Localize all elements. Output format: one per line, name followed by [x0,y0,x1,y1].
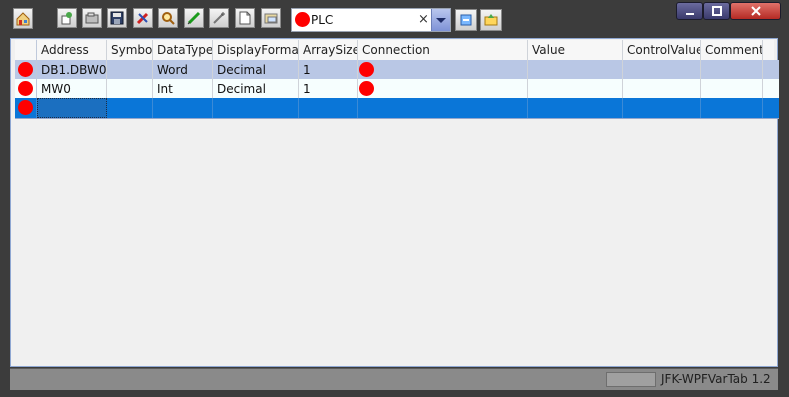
home-button[interactable] [13,8,33,29]
status-bar: JFK-WPFVarTab 1.2 [10,368,778,390]
home-icon [16,11,30,25]
wand-button[interactable] [209,8,229,28]
cell-arraysize[interactable] [299,98,358,118]
cell-controlvalue[interactable] [623,79,701,99]
cell-displayformat[interactable]: Decimal [213,79,299,99]
minimize-button[interactable] [676,2,703,20]
maximize-icon [711,6,722,16]
search-button[interactable] [158,8,178,28]
status-indicator [606,372,656,387]
open-folder-icon [85,12,99,24]
maximize-button[interactable] [703,2,730,20]
cell-connection[interactable] [358,79,528,99]
row-status-dot [18,100,33,115]
edit-pencil-icon [187,11,201,25]
cell-displayformat[interactable] [213,98,299,118]
cell-displayformat[interactable]: Decimal [213,60,299,80]
document-button[interactable] [235,8,255,28]
cell-symbol[interactable] [107,98,153,118]
cell-controlvalue[interactable] [623,98,701,118]
col-datatype-header[interactable]: DataType [153,40,213,60]
save-button[interactable] [107,8,127,28]
table-row[interactable]: MW0 Int Decimal 1 [15,79,779,100]
header-selector [15,40,37,60]
chevron-down-icon[interactable] [431,9,450,31]
row-selector[interactable] [15,98,37,118]
cell-address[interactable]: MW0 [37,79,107,99]
table-row[interactable]: DB1.DBW0 Word Decimal 1 [15,60,779,81]
col-value-header[interactable]: Value [528,40,623,60]
document-icon [239,11,251,25]
connection-status-icon [359,62,374,77]
cell-value[interactable] [528,98,623,118]
col-connection-header[interactable]: Connection [358,40,528,60]
cell-value[interactable] [528,79,623,99]
cell-address[interactable]: DB1.DBW0 [37,60,107,80]
cell-symbol[interactable] [107,79,153,99]
cell-datatype[interactable]: Int [153,79,213,99]
cell-arraysize[interactable]: 1 [299,79,358,99]
cell-comment[interactable] [701,79,763,99]
row-status-dot [18,81,33,96]
variable-table[interactable]: Address Symbol DataType DisplayFormat Ar… [10,38,779,367]
edit-button[interactable] [184,8,204,28]
tools-button[interactable] [133,8,153,28]
plc-status-dot [295,12,310,27]
plc-folder-icon [484,14,498,26]
add-row-button[interactable] [57,8,77,28]
row-status-dot [18,62,33,77]
minimize-icon [685,13,694,15]
cell-arraysize[interactable]: 1 [299,60,358,80]
col-controlvalue-header[interactable]: ControlValue [623,40,701,60]
new-row[interactable] [15,98,779,119]
col-address-header[interactable]: Address [37,40,107,60]
wand-icon [213,12,225,24]
cell-value[interactable] [528,60,623,80]
col-symbol-header[interactable]: Symbol [107,40,153,60]
cell-comment[interactable] [701,98,763,118]
cell-datatype[interactable] [153,98,213,118]
clear-icon[interactable]: × [418,12,429,27]
version-label: JFK-WPFVarTab 1.2 [661,372,771,386]
cell-controlvalue[interactable] [623,60,701,80]
plc-config-button[interactable] [455,9,477,31]
cell-connection[interactable] [358,60,528,80]
plc-selector-value: PLC [311,13,334,27]
row-selector[interactable] [15,60,37,80]
open-folder-button[interactable] [82,8,102,28]
col-displayformat-header[interactable]: DisplayFormat [213,40,299,60]
col-comment-header[interactable]: Comment [701,40,763,60]
settings-tools-icon [136,12,149,25]
col-arraysize-header[interactable]: ArraySize [299,40,358,60]
cell-connection[interactable] [358,98,528,118]
close-icon [750,6,761,16]
plc-folder-button[interactable] [480,9,502,31]
cell-symbol[interactable] [107,60,153,80]
close-button[interactable] [730,2,781,20]
row-selector[interactable] [15,79,37,99]
search-icon [162,12,175,25]
connection-status-icon [359,81,374,96]
open-file-icon [264,13,278,24]
open-file-button[interactable] [261,8,281,28]
app-window: PLC × Address Symbol DataType DisplayFor… [0,0,789,397]
cell-address[interactable] [37,98,107,118]
plc-selector[interactable]: PLC × [291,8,451,32]
table-header: Address Symbol DataType DisplayFormat Ar… [15,40,774,61]
save-icon [110,11,124,25]
plc-config-icon [460,14,472,26]
add-row-icon [61,12,72,25]
cell-datatype[interactable]: Word [153,60,213,80]
cell-comment[interactable] [701,60,763,80]
